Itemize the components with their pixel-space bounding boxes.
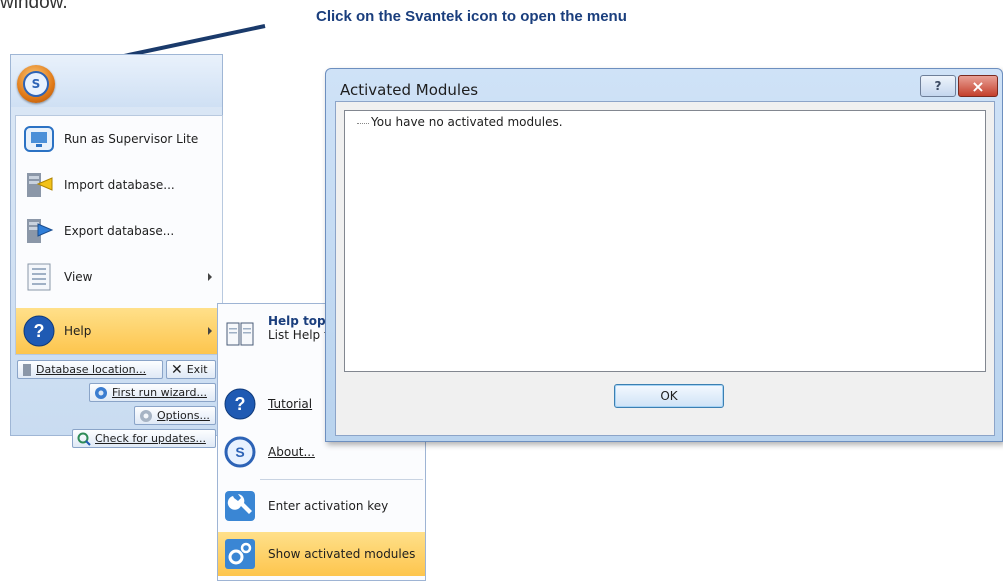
submenu-item-enter-activation-key[interactable]: Enter activation key	[218, 484, 425, 528]
book-icon	[222, 316, 258, 352]
exit-button[interactable]: ✕ Exit	[166, 360, 216, 379]
menu-item-import-database[interactable]: Import database...	[16, 162, 222, 208]
enter-activation-key-label: Enter activation key	[268, 499, 389, 513]
menu-item-label: View	[64, 270, 93, 284]
submenu-divider	[260, 479, 423, 480]
about-label: About...	[268, 445, 315, 459]
menu-item-label: Export database...	[64, 224, 175, 238]
submenu-item-show-activated-modules[interactable]: Show activated modules	[218, 532, 425, 576]
dialog-help-button[interactable]: ?	[920, 75, 956, 97]
menu-item-export-database[interactable]: Export database...	[16, 208, 222, 254]
svantek-menu-button[interactable]: S	[17, 65, 55, 103]
gear-icon	[139, 409, 153, 423]
help-topics-description: List Help t	[268, 328, 329, 342]
first-run-wizard-label: First run wizard...	[112, 386, 207, 399]
menu-item-label: Help	[64, 324, 92, 338]
options-button[interactable]: Options...	[134, 406, 216, 425]
svg-text:?: ?	[235, 394, 246, 414]
tree-item-no-modules: You have no activated modules.	[371, 115, 563, 129]
tutorial-label: Tutorial	[268, 397, 313, 411]
close-icon: ×	[971, 76, 985, 96]
help-icon: ?	[22, 314, 56, 348]
application-menu: S Run as Supervisor Lite Import database…	[10, 54, 223, 448]
svg-text:S: S	[235, 444, 244, 460]
menu-item-label: Import database...	[64, 178, 175, 192]
database-icon	[22, 363, 32, 377]
wrench-key-icon	[222, 488, 258, 524]
show-activated-modules-label: Show activated modules	[268, 547, 416, 561]
submenu-arrow-icon	[208, 273, 212, 281]
gears-icon	[222, 536, 258, 572]
check-updates-label: Check for updates...	[95, 432, 206, 445]
database-location-button[interactable]: Database location...	[17, 360, 163, 379]
monitor-icon	[22, 122, 56, 156]
exit-label: Exit	[186, 363, 208, 376]
first-run-wizard-button[interactable]: First run wizard...	[89, 383, 216, 402]
help-topics-title: Help topi	[268, 314, 330, 328]
check-updates-button[interactable]: Check for updates...	[72, 429, 216, 448]
export-database-icon	[22, 214, 56, 248]
activated-modules-dialog: Activated Modules ? × You have no activa…	[325, 68, 1003, 442]
svantek-about-icon: S	[222, 434, 258, 470]
dialog-body: You have no activated modules. OK	[335, 101, 995, 436]
tutorial-help-icon: ?	[222, 386, 258, 422]
wizard-gear-icon	[94, 386, 108, 400]
help-topics-text: Help topi List Help t	[268, 312, 330, 342]
database-location-label: Database location...	[36, 363, 147, 376]
menu-list: Run as Supervisor Lite Import database..…	[15, 115, 223, 355]
menu-item-help[interactable]: ? Help	[16, 308, 222, 354]
view-icon	[22, 260, 56, 294]
tree-connector-line	[357, 123, 369, 125]
cut-off-text: window.	[0, 0, 68, 13]
submenu-arrow-icon	[208, 327, 212, 335]
close-icon: ✕	[171, 361, 183, 378]
import-database-icon	[22, 168, 56, 202]
svg-text:?: ?	[34, 321, 45, 341]
instruction-caption: Click on the Svantek icon to open the me…	[316, 8, 627, 25]
menu-item-view[interactable]: View	[16, 254, 222, 300]
ok-button[interactable]: OK	[614, 384, 724, 408]
svantek-logo-icon: S	[23, 71, 49, 97]
menu-item-label: Run as Supervisor Lite	[64, 132, 199, 146]
modules-tree-view[interactable]: You have no activated modules.	[344, 110, 986, 372]
options-label: Options...	[157, 409, 210, 422]
dialog-close-button[interactable]: ×	[958, 75, 998, 97]
question-icon: ?	[934, 79, 942, 93]
dialog-title: Activated Modules	[340, 81, 479, 99]
refresh-search-icon	[77, 432, 91, 446]
menu-item-run-supervisor-lite[interactable]: Run as Supervisor Lite	[16, 116, 222, 162]
